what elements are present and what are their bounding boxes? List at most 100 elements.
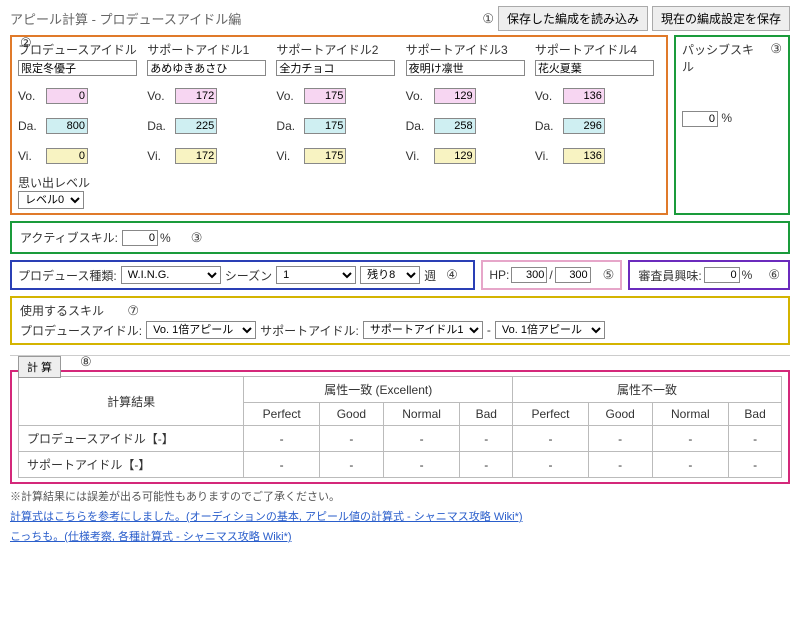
vo-input[interactable] bbox=[175, 88, 217, 104]
vi-input[interactable] bbox=[175, 148, 217, 164]
idol-name-input[interactable] bbox=[18, 60, 137, 76]
marker-6: ⑥ bbox=[768, 267, 780, 283]
omoide-select[interactable]: レベル0 bbox=[18, 191, 84, 209]
skill-head: 使用するスキル bbox=[20, 304, 104, 318]
grade-head: Perfect bbox=[513, 403, 589, 426]
season-select[interactable]: 1 bbox=[276, 266, 356, 284]
marker-1: ① bbox=[482, 11, 494, 27]
marker-3: ③ bbox=[770, 41, 782, 75]
active-label: アクティブスキル: bbox=[20, 229, 118, 246]
passive-input[interactable] bbox=[682, 111, 718, 127]
support-idol-skill-label: サポートアイドル: bbox=[260, 322, 359, 339]
cell: - bbox=[244, 452, 320, 478]
vo-input[interactable] bbox=[434, 88, 476, 104]
load-button[interactable]: 保存した編成を読み込み bbox=[498, 6, 648, 31]
idol-name-input[interactable] bbox=[147, 60, 266, 76]
cell: - bbox=[320, 426, 384, 452]
cell: - bbox=[383, 452, 460, 478]
vo-label: Vo. bbox=[406, 89, 434, 103]
da-input[interactable] bbox=[563, 118, 605, 134]
vo-label: Vo. bbox=[276, 89, 304, 103]
marker-4: ④ bbox=[446, 267, 458, 283]
da-input[interactable] bbox=[304, 118, 346, 134]
cell: - bbox=[652, 426, 729, 452]
cell: - bbox=[244, 426, 320, 452]
vo-input[interactable] bbox=[304, 88, 346, 104]
hp-label: HP: bbox=[489, 268, 509, 282]
page-title: アピール計算 - プロデュースアイドル編 bbox=[10, 9, 241, 28]
vo-input[interactable] bbox=[46, 88, 88, 104]
interest-panel: 審査員興味: % ⑥ bbox=[628, 260, 790, 290]
idol-panel: ② プロデュースアイドル Vo. Da. Vi. 思い出レベル レベル0 サポー… bbox=[10, 35, 668, 215]
vi-input[interactable] bbox=[304, 148, 346, 164]
percent-unit: % bbox=[160, 231, 171, 245]
vi-label: Vi. bbox=[535, 149, 563, 163]
support-idol-1-col: サポートアイドル1 Vo. Da. Vi. bbox=[147, 41, 272, 209]
grade-head: Bad bbox=[729, 403, 782, 426]
cell: - bbox=[652, 452, 729, 478]
percent-unit: % bbox=[721, 111, 732, 125]
grade-head: Normal bbox=[383, 403, 460, 426]
week-remain-select[interactable]: 残り8 bbox=[360, 266, 420, 284]
passive-panel: パッシブスキル ③ % bbox=[674, 35, 790, 215]
da-label: Da. bbox=[147, 119, 175, 133]
ref-link-1[interactable]: 計算式はこちらを参考にしました。(オーディションの基本, アピール値の計算式 -… bbox=[10, 511, 523, 523]
result-rowhead: 計算結果 bbox=[19, 377, 244, 426]
support-idol-skill-select[interactable]: Vo. 1倍アピール bbox=[495, 321, 605, 339]
produce-idol-skill-label: プロデュースアイドル: bbox=[20, 322, 142, 339]
col-head: サポートアイドル2 bbox=[276, 41, 401, 58]
cell: - bbox=[513, 452, 589, 478]
hp-panel: HP: / ⑤ bbox=[481, 260, 622, 290]
cell: - bbox=[588, 452, 652, 478]
idol-name-input[interactable] bbox=[276, 60, 395, 76]
produce-idol-skill-select[interactable]: Vo. 1倍アピール bbox=[146, 321, 256, 339]
produce-type-select[interactable]: W.I.N.G. bbox=[121, 266, 221, 284]
col-head: サポートアイドル3 bbox=[406, 41, 531, 58]
vi-input[interactable] bbox=[563, 148, 605, 164]
grade-head: Good bbox=[588, 403, 652, 426]
calc-button[interactable]: 計 算 bbox=[18, 356, 61, 378]
active-input[interactable] bbox=[122, 230, 158, 246]
vo-input[interactable] bbox=[563, 88, 605, 104]
hp-cur-input[interactable] bbox=[511, 267, 547, 283]
marker-8: ⑧ bbox=[80, 354, 92, 370]
table-row: サポートアイドル【-】 - - - - - - - - bbox=[19, 452, 782, 478]
result-group2: 属性不一致 bbox=[513, 377, 782, 403]
ref-link-2[interactable]: こっちも。(仕様考察, 各種計算式 - シャニマス攻略 Wiki*) bbox=[10, 531, 292, 543]
skill-panel: 使用するスキル ⑦ プロデュースアイドル: Vo. 1倍アピール サポートアイド… bbox=[10, 296, 790, 345]
vi-label: Vi. bbox=[406, 149, 434, 163]
vi-input[interactable] bbox=[434, 148, 476, 164]
dash: - bbox=[487, 323, 491, 337]
da-input[interactable] bbox=[46, 118, 88, 134]
cell: - bbox=[729, 452, 782, 478]
vo-label: Vo. bbox=[147, 89, 175, 103]
idol-name-input[interactable] bbox=[535, 60, 654, 76]
marker-3b: ③ bbox=[191, 230, 203, 246]
da-input[interactable] bbox=[175, 118, 217, 134]
cell: - bbox=[460, 426, 513, 452]
vo-label: Vo. bbox=[18, 89, 46, 103]
vi-input[interactable] bbox=[46, 148, 88, 164]
idol-name-input[interactable] bbox=[406, 60, 525, 76]
col-head: プロデュースアイドル bbox=[18, 41, 143, 58]
footnote-text: ※計算結果には誤差が出る可能性もありますのでご了承ください。 bbox=[10, 488, 790, 504]
marker-5: ⑤ bbox=[603, 267, 615, 283]
marker-7: ⑦ bbox=[127, 303, 139, 319]
result-group1: 属性一致 (Excellent) bbox=[244, 377, 513, 403]
cell: - bbox=[729, 426, 782, 452]
table-row: プロデュースアイドル【-】 - - - - - - - - bbox=[19, 426, 782, 452]
da-label: Da. bbox=[535, 119, 563, 133]
support-idol-2-col: サポートアイドル2 Vo. Da. Vi. bbox=[276, 41, 401, 209]
support-idol-select[interactable]: サポートアイドル1 bbox=[363, 321, 483, 339]
da-label: Da. bbox=[276, 119, 304, 133]
passive-head: パッシブスキル bbox=[682, 41, 764, 75]
hp-max-input[interactable] bbox=[555, 267, 591, 283]
save-button[interactable]: 現在の編成設定を保存 bbox=[652, 6, 790, 31]
support-idol-3-col: サポートアイドル3 Vo. Da. Vi. bbox=[406, 41, 531, 209]
interest-input[interactable] bbox=[704, 267, 740, 283]
da-input[interactable] bbox=[434, 118, 476, 134]
grade-head: Good bbox=[320, 403, 384, 426]
week-unit: 週 bbox=[424, 267, 436, 284]
result-panel: 計 算 ⑧ 計算結果 属性一致 (Excellent) 属性不一致 Perfec… bbox=[10, 370, 790, 484]
produce-idol-col: プロデュースアイドル Vo. Da. Vi. 思い出レベル レベル0 bbox=[18, 41, 143, 209]
